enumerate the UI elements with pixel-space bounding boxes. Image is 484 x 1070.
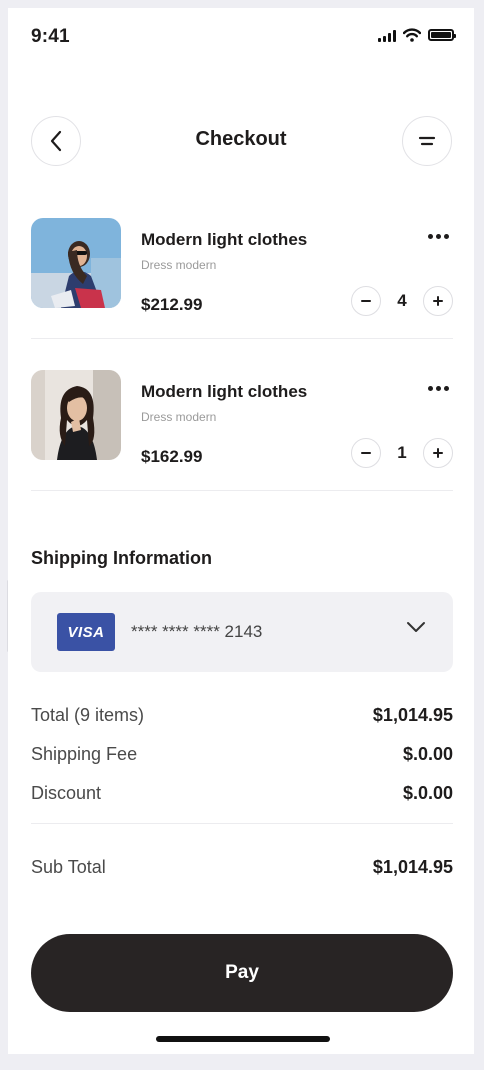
signal-icon <box>378 29 396 42</box>
summary-value: $1,014.95 <box>372 705 453 725</box>
shipping-section-title: Shipping Information <box>31 548 212 568</box>
item-price: $162.99 <box>141 447 203 466</box>
divider <box>31 823 453 824</box>
product-image[interactable] <box>31 218 121 308</box>
divider <box>31 338 453 339</box>
increase-button[interactable] <box>423 286 453 316</box>
pay-button[interactable]: Pay <box>31 934 453 1012</box>
cart-item: Modern light clothes Dress modern $212.9… <box>31 218 453 338</box>
item-name: Modern light clothes <box>141 230 308 249</box>
summary-value: $.0.00 <box>402 744 453 764</box>
minus-icon <box>361 452 371 454</box>
product-image[interactable] <box>31 370 121 460</box>
menu-button[interactable] <box>402 116 452 166</box>
item-name: Modern light clothes <box>141 382 308 401</box>
checkout-screen: 9:41 Checkout Modern light clothes Dress… <box>8 8 474 1054</box>
summary-row-shipping: Shipping Fee $.0.00 <box>31 744 453 765</box>
decrease-button[interactable] <box>351 286 381 316</box>
plus-icon <box>433 296 443 306</box>
item-subtitle: Dress modern <box>141 410 217 424</box>
quantity-value: 1 <box>397 443 407 462</box>
wifi-icon <box>403 28 421 42</box>
summary-row-discount: Discount $.0.00 <box>31 783 453 804</box>
summary-value: $1,014.95 <box>372 857 453 877</box>
summary-label: Total (9 items) <box>31 705 145 725</box>
item-price: $212.99 <box>141 295 203 314</box>
summary-row-subtotal: Sub Total $1,014.95 <box>31 857 453 878</box>
quantity-value: 4 <box>397 291 407 310</box>
increase-button[interactable] <box>423 438 453 468</box>
menu-icon <box>418 136 436 146</box>
visa-logo: VISA <box>57 613 115 651</box>
more-icon[interactable] <box>428 234 449 239</box>
summary-label: Shipping Fee <box>31 744 138 764</box>
summary-label: Sub Total <box>31 857 106 877</box>
summary-row-total: Total (9 items) $1,014.95 <box>31 705 453 726</box>
decrease-button[interactable] <box>351 438 381 468</box>
status-time: 9:41 <box>31 26 70 47</box>
summary-value: $.0.00 <box>402 783 453 803</box>
plus-icon <box>433 448 443 458</box>
status-icons <box>378 28 456 42</box>
payment-card-selector[interactable]: VISA **** **** **** 2143 <box>31 592 453 672</box>
more-icon[interactable] <box>428 386 449 391</box>
summary-label: Discount <box>31 783 102 803</box>
divider <box>31 490 453 491</box>
item-subtitle: Dress modern <box>141 258 217 272</box>
card-number: **** **** **** 2143 <box>131 622 263 641</box>
chevron-down-icon <box>407 622 425 632</box>
minus-icon <box>361 300 371 302</box>
home-indicator <box>156 1036 330 1042</box>
quantity-stepper: 1 <box>351 438 453 468</box>
cart-item: Modern light clothes Dress modern $162.9… <box>31 370 453 490</box>
quantity-stepper: 4 <box>351 286 453 316</box>
battery-icon <box>428 29 456 41</box>
